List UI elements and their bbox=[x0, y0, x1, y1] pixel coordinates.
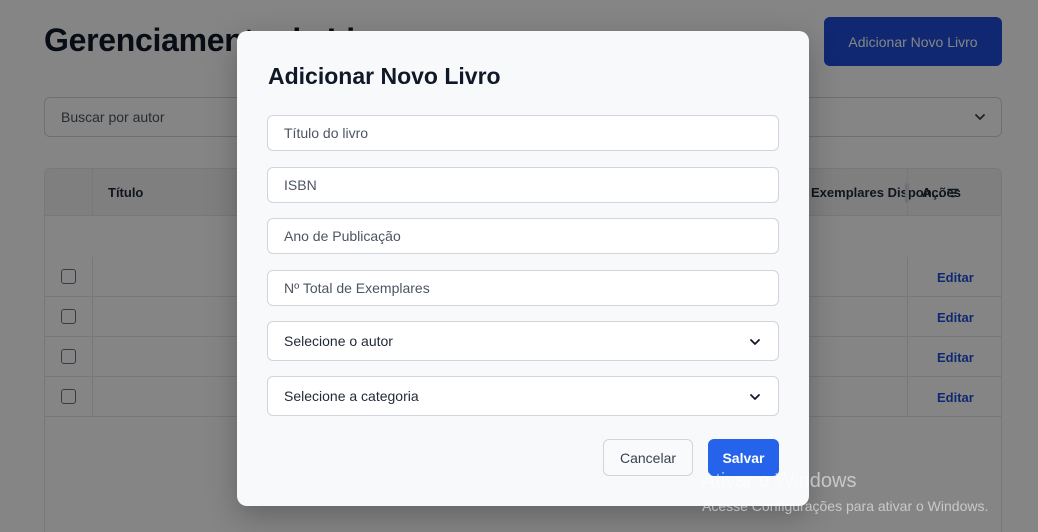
author-select-value: Selecione o autor bbox=[284, 333, 393, 349]
modal-title: Adicionar Novo Livro bbox=[268, 63, 501, 89]
total-copies-input[interactable] bbox=[267, 270, 779, 306]
publication-year-input[interactable] bbox=[267, 218, 779, 254]
add-book-modal: Adicionar Novo Livro Selecione o autor S… bbox=[237, 31, 809, 506]
isbn-input[interactable] bbox=[267, 167, 779, 203]
cancel-button[interactable]: Cancelar bbox=[603, 439, 693, 476]
watermark-subtitle: Acesse Configurações para ativar o Windo… bbox=[702, 498, 989, 514]
watermark-title: Ativar o Windows bbox=[702, 470, 857, 492]
windows-activation-watermark: Ativar o Windows Acesse Configurações pa… bbox=[702, 470, 988, 514]
book-title-input[interactable] bbox=[267, 115, 779, 151]
category-select[interactable]: Selecione a categoria bbox=[267, 376, 779, 416]
author-select[interactable]: Selecione o autor bbox=[267, 321, 779, 361]
chevron-down-icon bbox=[750, 394, 760, 400]
category-select-value: Selecione a categoria bbox=[284, 388, 419, 404]
chevron-down-icon bbox=[750, 339, 760, 345]
